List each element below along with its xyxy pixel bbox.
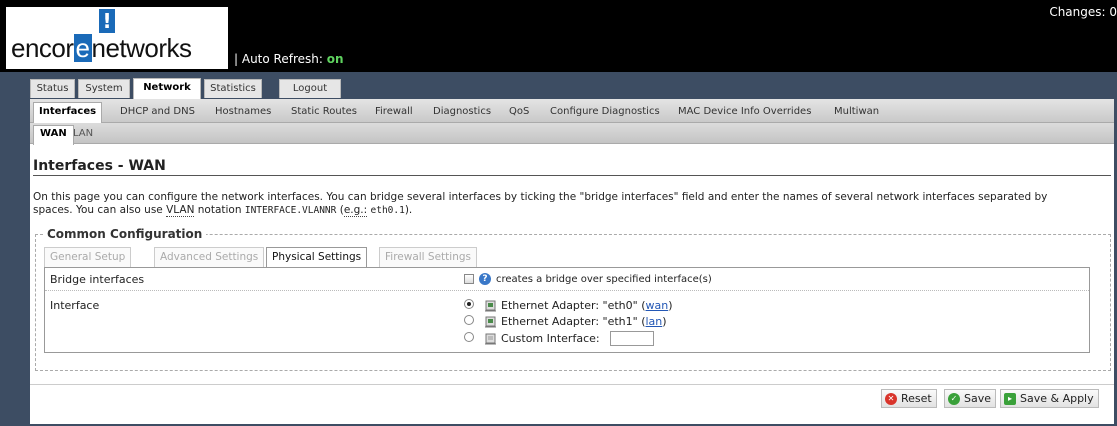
tab-lan[interactable]: LAN bbox=[67, 126, 99, 144]
page-title: Interfaces - WAN bbox=[33, 158, 166, 174]
tab-multiwan[interactable]: Multiwan bbox=[829, 103, 884, 123]
tab-static-routes[interactable]: Static Routes bbox=[286, 103, 362, 123]
header: ! encorenetworks | Auto Refresh: on Chan… bbox=[0, 0, 1117, 72]
tab-firewall[interactable]: Firewall bbox=[370, 103, 418, 123]
bridge-interfaces-row: Bridge interfaces ? creates a bridge ove… bbox=[45, 268, 1089, 291]
tab-physical-settings[interactable]: Physical Settings bbox=[266, 247, 368, 268]
option-custom: Custom Interface: bbox=[501, 332, 600, 345]
auto-refresh-value[interactable]: on bbox=[327, 52, 344, 66]
auto-refresh-toggle[interactable]: | Auto Refresh: on bbox=[234, 52, 344, 66]
page-description: On this page you can configure the netwo… bbox=[33, 191, 1048, 217]
bridge-interfaces-checkbox[interactable] bbox=[464, 274, 474, 284]
tab-hostnames[interactable]: Hostnames bbox=[210, 103, 276, 123]
radio-custom[interactable] bbox=[464, 332, 474, 342]
custom-interface-input[interactable] bbox=[610, 331, 654, 346]
changes-counter[interactable]: Changes: 0 bbox=[1049, 5, 1117, 19]
bridge-interfaces-label: Bridge interfaces bbox=[50, 273, 145, 286]
common-configuration-section: Common Configuration General Setup Advan… bbox=[35, 227, 1111, 371]
tab-system[interactable]: System bbox=[78, 79, 130, 98]
vlan-abbr: VLAN bbox=[166, 204, 195, 217]
tab-logout[interactable]: Logout bbox=[279, 79, 341, 98]
tab-statistics[interactable]: Statistics bbox=[204, 79, 262, 98]
option-eth0: Ethernet Adapter: "eth0" (wan) bbox=[501, 299, 673, 312]
save-icon: ✓ bbox=[948, 393, 960, 405]
main-content: Interfaces DHCP and DNS Hostnames Static… bbox=[30, 99, 1114, 424]
tab-diagnostics[interactable]: Diagnostics bbox=[428, 103, 496, 123]
interface-label: Interface bbox=[50, 299, 100, 312]
reset-button[interactable]: ✕ Reset bbox=[881, 389, 937, 408]
save-button[interactable]: ✓ Save bbox=[944, 389, 997, 408]
network-subnav: Interfaces DHCP and DNS Hostnames Static… bbox=[30, 99, 1114, 124]
wan-link[interactable]: wan bbox=[646, 299, 669, 312]
section-legend: Common Configuration bbox=[43, 227, 207, 241]
option-eth1: Ethernet Adapter: "eth1" (lan) bbox=[501, 315, 667, 328]
tab-interfaces[interactable]: Interfaces bbox=[33, 102, 103, 124]
tab-configure-diagnostics[interactable]: Configure Diagnostics bbox=[545, 103, 665, 123]
tab-firewall-settings[interactable]: Firewall Settings bbox=[379, 247, 477, 267]
tab-general-setup[interactable]: General Setup bbox=[44, 247, 132, 267]
ethernet-port-icon bbox=[485, 300, 496, 312]
interface-subnav: WAN LAN bbox=[30, 123, 1114, 145]
tab-qos[interactable]: QoS bbox=[504, 103, 534, 123]
logo-exclamation-icon: ! bbox=[99, 9, 115, 33]
save-apply-button[interactable]: ▸ Save & Apply bbox=[1000, 389, 1099, 408]
physical-settings-panel: Bridge interfaces ? creates a bridge ove… bbox=[44, 267, 1090, 353]
interface-row: Interface Ethernet Adapter: "eth0" (wan)… bbox=[45, 291, 1089, 353]
apply-icon: ▸ bbox=[1004, 393, 1016, 405]
auto-refresh-label: | Auto Refresh: bbox=[234, 52, 323, 66]
logo: ! encorenetworks bbox=[6, 7, 228, 69]
help-icon[interactable]: ? bbox=[479, 273, 491, 285]
tab-dhcp-dns[interactable]: DHCP and DNS bbox=[115, 103, 200, 123]
ethernet-port-icon bbox=[485, 333, 496, 345]
action-bar: ✕ Reset ✓ Save ▸ Save & Apply bbox=[30, 384, 1114, 409]
tab-mac-device-info-overrides[interactable]: MAC Device Info Overrides bbox=[673, 103, 816, 123]
radio-eth0[interactable] bbox=[464, 299, 474, 309]
title-divider bbox=[33, 175, 1111, 176]
tab-network[interactable]: Network bbox=[133, 78, 201, 99]
tab-status[interactable]: Status bbox=[30, 79, 75, 98]
ethernet-port-icon bbox=[485, 316, 496, 328]
lan-link[interactable]: lan bbox=[646, 315, 663, 328]
radio-eth1[interactable] bbox=[464, 315, 474, 325]
reset-icon: ✕ bbox=[885, 393, 897, 405]
tab-advanced-settings[interactable]: Advanced Settings bbox=[154, 247, 265, 267]
bridge-interfaces-hint: creates a bridge over specified interfac… bbox=[496, 274, 712, 285]
